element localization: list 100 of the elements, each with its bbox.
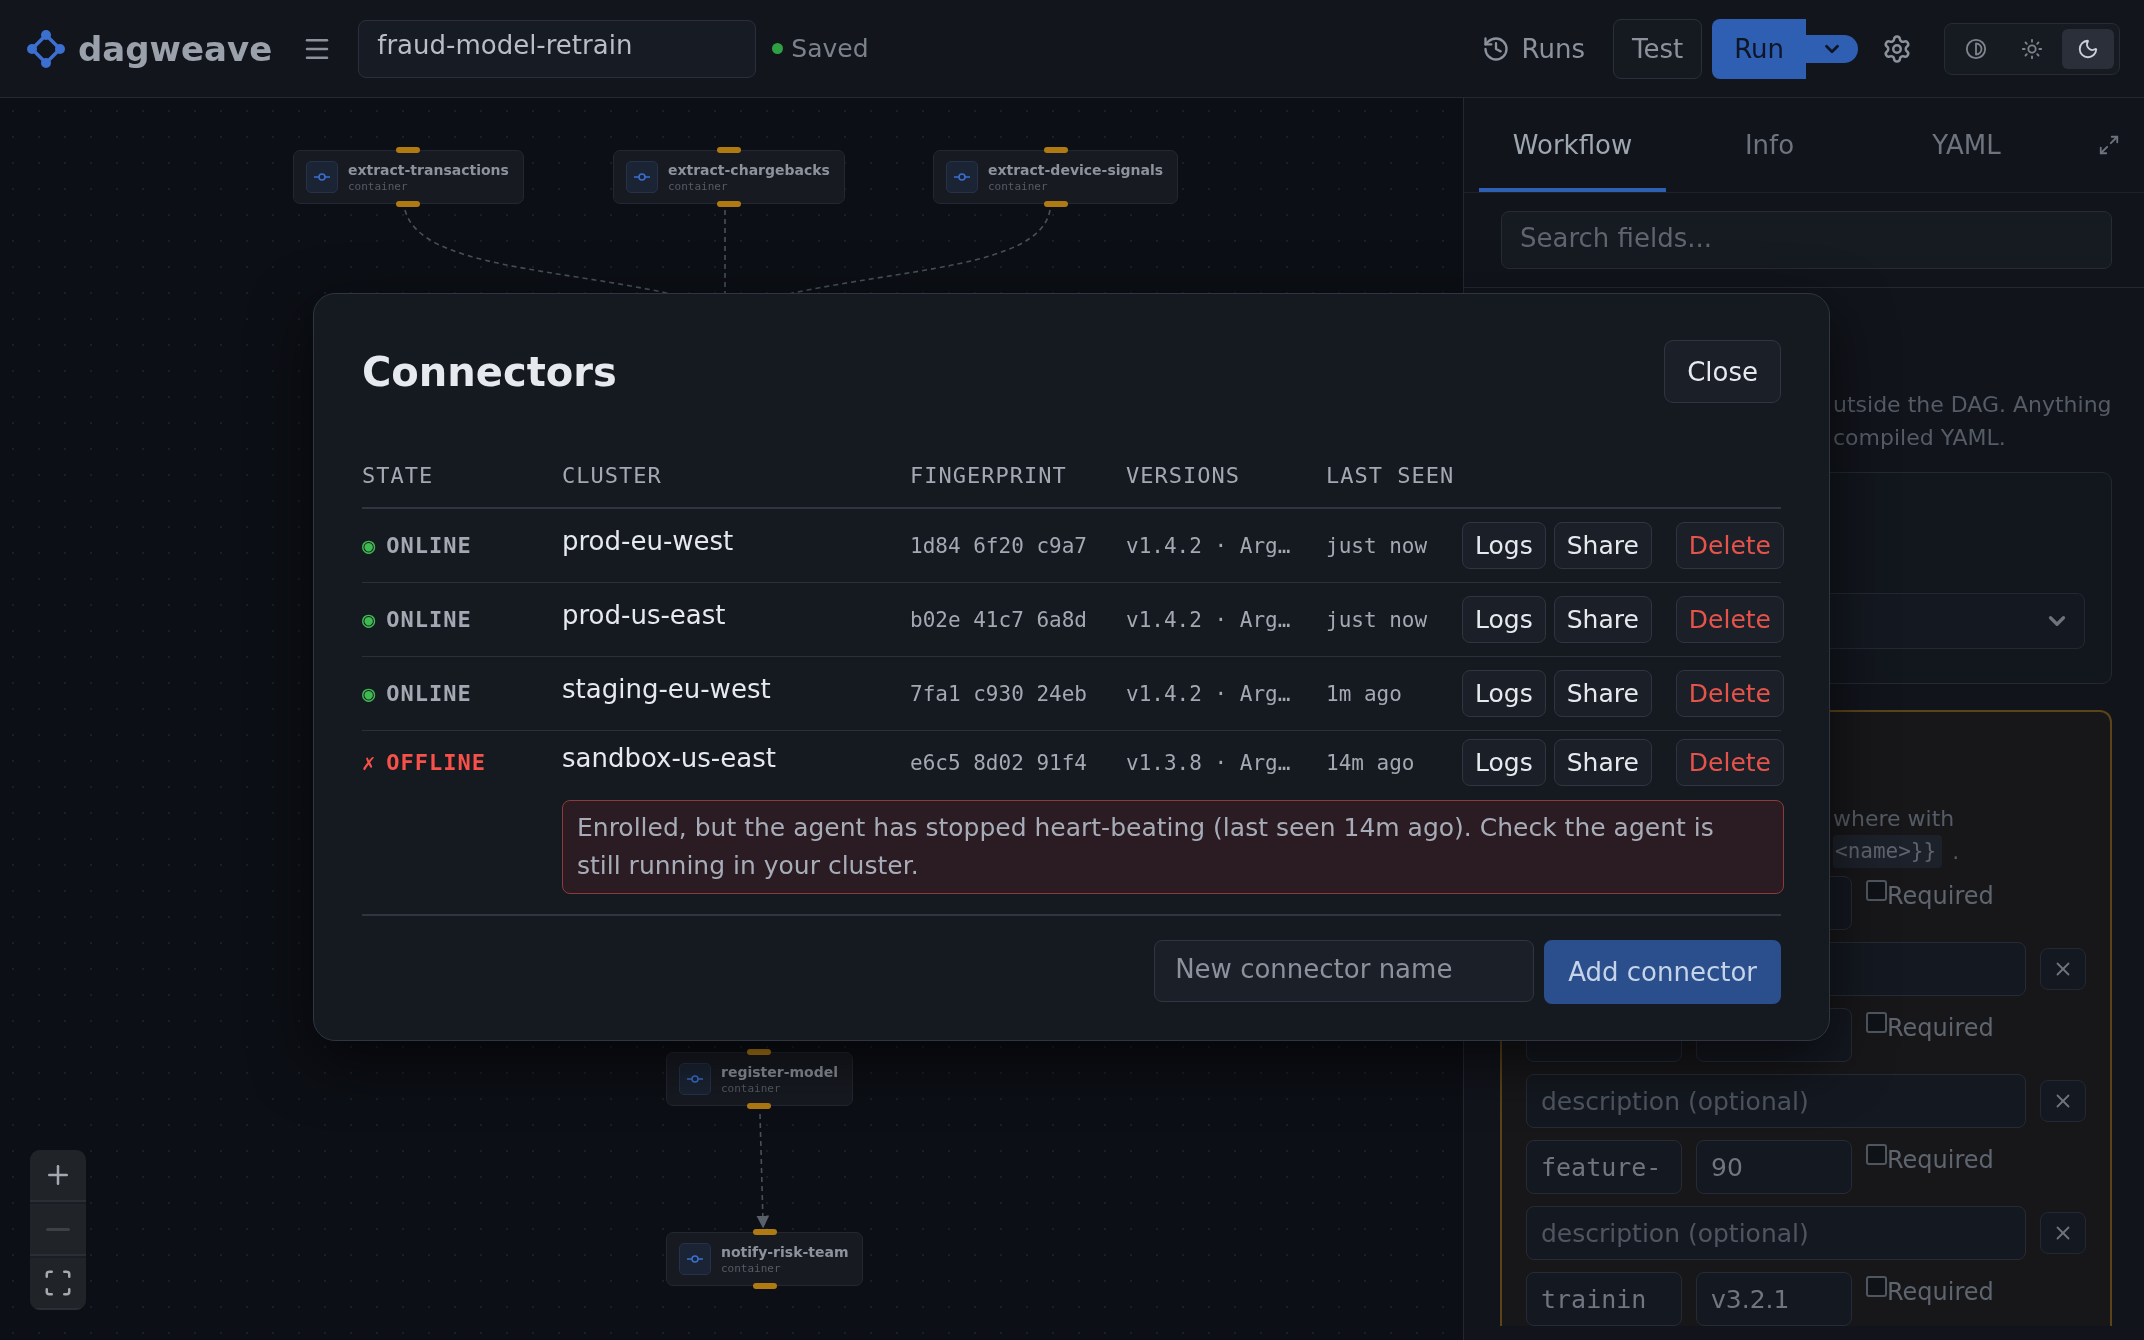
add-connector-button[interactable]: Add connector xyxy=(1544,940,1781,1004)
last-seen-text: just now xyxy=(1326,533,1429,558)
remove-button[interactable] xyxy=(2040,1212,2086,1254)
action-button[interactable]: Logs xyxy=(1462,522,1546,569)
expand-icon[interactable] xyxy=(2098,134,2120,156)
delete-button[interactable]: Delete xyxy=(1675,522,1784,569)
node-label: notify-risk-team xyxy=(721,1243,849,1260)
cluster-name: staging-eu-west xyxy=(562,673,772,704)
cluster-name: prod-eu-west xyxy=(562,525,735,556)
action-button[interactable]: Logs xyxy=(1462,739,1546,786)
action-button[interactable]: Share xyxy=(1553,596,1652,643)
delete-button[interactable]: Delete xyxy=(1675,596,1784,643)
param-name-field[interactable]: feature- xyxy=(1526,1140,1682,1194)
save-status: Saved xyxy=(772,34,869,63)
panel-tab[interactable]: Info xyxy=(1676,98,1863,192)
port-handle[interactable] xyxy=(716,201,741,207)
workflow-node[interactable]: register-model container xyxy=(666,1052,853,1106)
column-header: STATE xyxy=(362,462,435,488)
port-handle[interactable] xyxy=(1043,201,1068,207)
container-icon xyxy=(626,161,658,193)
runs-button[interactable]: Runs xyxy=(1469,18,1597,79)
port-handle[interactable] xyxy=(396,147,421,153)
status-icon: ◉ xyxy=(362,533,377,558)
contrast-mode-icon xyxy=(1965,37,1987,60)
app-name: dagweave xyxy=(78,28,273,69)
port-handle[interactable] xyxy=(747,1049,772,1055)
action-button[interactable]: Share xyxy=(1553,522,1652,569)
node-type: container xyxy=(721,1081,782,1095)
port-handle[interactable] xyxy=(752,1283,777,1289)
required-checkbox[interactable] xyxy=(1866,1012,1887,1033)
required-label: Required xyxy=(1887,1014,1994,1042)
run-button[interactable]: Run xyxy=(1712,18,1806,79)
dialog-title: Connectors xyxy=(362,348,617,395)
versions-text: v1.4.2 · Arg… xyxy=(1126,607,1292,632)
node-type: container xyxy=(721,1261,782,1275)
port-handle[interactable] xyxy=(752,1229,777,1235)
fingerprint-text: b02e 41c7 6a8d xyxy=(910,607,1088,632)
action-button[interactable]: Share xyxy=(1553,670,1652,717)
remove-button[interactable] xyxy=(2040,1080,2086,1122)
port-handle[interactable] xyxy=(1043,147,1068,153)
param-value-field[interactable]: v3.2.1 xyxy=(1696,1272,1852,1326)
fingerprint-text: 7fa1 c930 24eb xyxy=(910,681,1088,706)
workflow-node[interactable]: extract-transactions container xyxy=(293,150,524,204)
history-icon xyxy=(1481,34,1510,63)
cluster-name: prod-us-east xyxy=(562,599,727,630)
close-button[interactable]: Close xyxy=(1664,340,1781,403)
action-button[interactable]: Logs xyxy=(1462,670,1546,717)
fingerprint-text: 1d84 6f20 c9a7 xyxy=(910,533,1088,558)
code-snippet: <name>}} xyxy=(1833,835,1943,868)
fit-button[interactable] xyxy=(30,1258,86,1310)
test-button[interactable]: Test xyxy=(1612,18,1703,79)
action-button[interactable]: Share xyxy=(1553,739,1652,786)
status-text: OFFLINE xyxy=(386,750,486,775)
required-checkbox[interactable] xyxy=(1866,880,1887,901)
fingerprint-text: e6c5 8d02 91f4 xyxy=(910,750,1088,775)
column-header: LAST SEEN xyxy=(1326,462,1456,488)
run-menu-button[interactable] xyxy=(1806,34,1858,63)
container-icon xyxy=(679,1243,711,1275)
remove-button[interactable] xyxy=(2040,948,2086,990)
delete-button[interactable]: Delete xyxy=(1675,739,1784,786)
param-name-field[interactable]: trainin xyxy=(1526,1272,1682,1326)
port-handle[interactable] xyxy=(716,147,741,153)
logo-icon xyxy=(26,28,66,69)
last-seen-text: 14m ago xyxy=(1326,750,1416,775)
status-icon: ✗ xyxy=(362,750,377,775)
versions-text: v1.4.2 · Arg… xyxy=(1126,533,1292,558)
node-label: register-model xyxy=(721,1063,838,1080)
search-field[interactable]: Search fields... xyxy=(1501,211,2112,269)
required-checkbox[interactable] xyxy=(1866,1276,1887,1297)
settings-icon[interactable] xyxy=(1882,33,1912,64)
versions-text: v1.3.8 · Arg… xyxy=(1126,750,1292,775)
last-seen-text: 1m ago xyxy=(1326,681,1403,706)
zoom-in-button[interactable] xyxy=(30,1150,86,1202)
port-handle[interactable] xyxy=(747,1103,772,1109)
description-text: utside the DAG. Anything xyxy=(1833,391,2112,419)
workflow-node[interactable]: extract-device-signals container xyxy=(933,150,1179,204)
workflow-node[interactable]: notify-risk-team container xyxy=(666,1232,864,1286)
required-checkbox[interactable] xyxy=(1866,1144,1887,1165)
delete-button[interactable]: Delete xyxy=(1675,670,1784,717)
theme-dark-button[interactable] xyxy=(2062,28,2114,69)
required-label: Required xyxy=(1887,1278,1994,1306)
light-mode-icon xyxy=(2021,37,2043,60)
column-header: VERSIONS xyxy=(1126,462,1241,488)
node-label: extract-transactions xyxy=(348,161,509,178)
port-handle[interactable] xyxy=(396,201,421,207)
last-seen-text: just now xyxy=(1326,607,1429,632)
required-label: Required xyxy=(1887,882,1994,910)
column-header: FINGERPRINT xyxy=(910,462,1068,488)
panel-tab[interactable]: Workflow xyxy=(1479,98,1666,192)
container-icon xyxy=(679,1063,711,1095)
workflow-node[interactable]: extract-chargebacks container xyxy=(613,150,845,204)
node-label: extract-chargebacks xyxy=(668,161,830,178)
panel-tab[interactable]: YAML xyxy=(1873,98,2060,192)
connector-name-field[interactable]: New connector name xyxy=(1154,940,1535,1002)
param-value-field[interactable]: 90 xyxy=(1696,1140,1852,1194)
description-text: compiled YAML. xyxy=(1833,424,2007,452)
workflow-name-field[interactable]: fraud-model-retrain xyxy=(358,19,757,78)
node-type: container xyxy=(668,179,729,193)
node-type: container xyxy=(348,179,409,193)
action-button[interactable]: Logs xyxy=(1462,596,1546,643)
